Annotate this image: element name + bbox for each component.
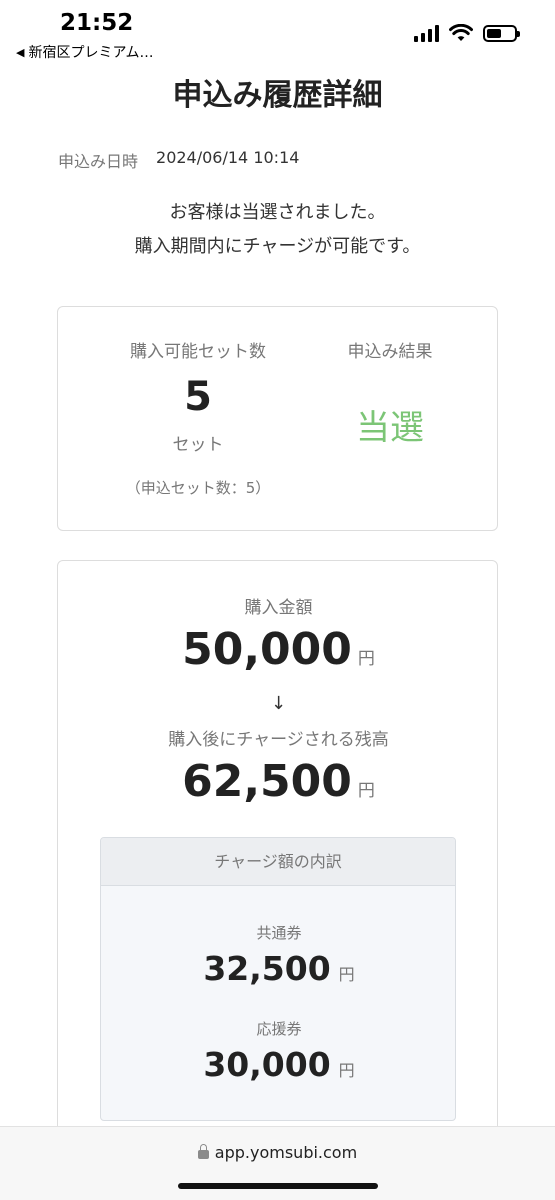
- application-result: 申込み結果 当選: [330, 337, 450, 449]
- screen: 21:52 ◀ 新宿区プレミアム… 申込み履歴詳細 申込み日時 2024/06/…: [0, 0, 555, 1200]
- purchase-amount-value: 50,000: [182, 624, 352, 675]
- back-triangle-icon: ◀: [16, 45, 25, 59]
- applied-sets-note: （申込セット数：5）: [125, 479, 271, 497]
- url-text: app.yomsubi.com: [214, 1143, 358, 1162]
- back-app-label: 新宿区プレミアム…: [28, 45, 154, 61]
- sets-unit: セット: [172, 435, 224, 455]
- amount-card: 購入金額 50,000 円 ↓ 購入後にチャージされる残高 62,500 円 チャー…: [57, 560, 498, 1160]
- status-bar: 21:52 ◀ 新宿区プレミアム…: [0, 0, 555, 68]
- result-message-line1: お客様は当選されました。: [169, 202, 386, 223]
- purchase-amount-yen: 円: [357, 649, 375, 669]
- support-ticket-amount: 30,000: [203, 1045, 331, 1084]
- application-datetime-label: 申込み日時: [58, 152, 139, 171]
- purchasable-sets: 購入可能セット数 5 セット （申込セット数：5）: [98, 337, 298, 498]
- charge-breakdown: チャージ額の内訳 共通券 32,500 円 応援券 30,000 円: [100, 837, 456, 1121]
- balance-after-purchase: 購入後にチャージされる残高 62,500 円: [58, 725, 499, 807]
- result-message: お客様は当選されました。 購入期間内にチャージが可能です。: [0, 196, 555, 264]
- down-arrow-icon: ↓: [270, 693, 287, 714]
- support-ticket-yen: 円: [338, 1061, 355, 1080]
- cellular-signal-icon: [414, 24, 439, 42]
- common-ticket-yen: 円: [338, 965, 355, 984]
- application-result-label: 申込み結果: [347, 342, 433, 362]
- browser-address-bar[interactable]: app.yomsubi.com: [0, 1126, 555, 1200]
- application-result-value: 当選: [356, 408, 424, 448]
- wifi-icon: [449, 24, 473, 41]
- purchase-amount-label: 購入金額: [244, 598, 313, 618]
- lock-icon: [197, 1144, 209, 1159]
- common-ticket: 共通券 32,500 円: [101, 922, 455, 988]
- common-ticket-amount: 32,500: [203, 949, 331, 988]
- common-ticket-label: 共通券: [256, 924, 302, 942]
- purchase-amount: 購入金額 50,000 円: [58, 593, 499, 675]
- url-display[interactable]: app.yomsubi.com: [0, 1143, 555, 1162]
- application-datetime: 申込み日時 2024/06/14 10:14: [58, 148, 299, 172]
- purchasable-sets-label: 購入可能セット数: [130, 342, 266, 362]
- balance-label: 購入後にチャージされる残高: [168, 730, 389, 750]
- purchasable-sets-count: 5: [184, 374, 212, 420]
- battery-icon: [483, 24, 520, 42]
- home-indicator[interactable]: [178, 1183, 378, 1189]
- page-title: 申込み履歴詳細: [172, 78, 383, 113]
- support-ticket: 応援券 30,000 円: [101, 1018, 455, 1084]
- back-to-app-link[interactable]: ◀ 新宿区プレミアム…: [16, 42, 154, 62]
- support-ticket-label: 応援券: [256, 1020, 302, 1038]
- balance-yen: 円: [357, 781, 375, 801]
- application-datetime-value: 2024/06/14 10:14: [156, 148, 300, 167]
- charge-breakdown-title: チャージ額の内訳: [101, 838, 455, 886]
- status-icons: [414, 24, 520, 42]
- result-message-line2: 購入期間内にチャージが可能です。: [134, 236, 421, 257]
- balance-value: 62,500: [182, 756, 352, 807]
- sets-result-card: 購入可能セット数 5 セット （申込セット数：5） 申込み結果 当選: [57, 306, 498, 531]
- clock: 21:52: [60, 10, 134, 36]
